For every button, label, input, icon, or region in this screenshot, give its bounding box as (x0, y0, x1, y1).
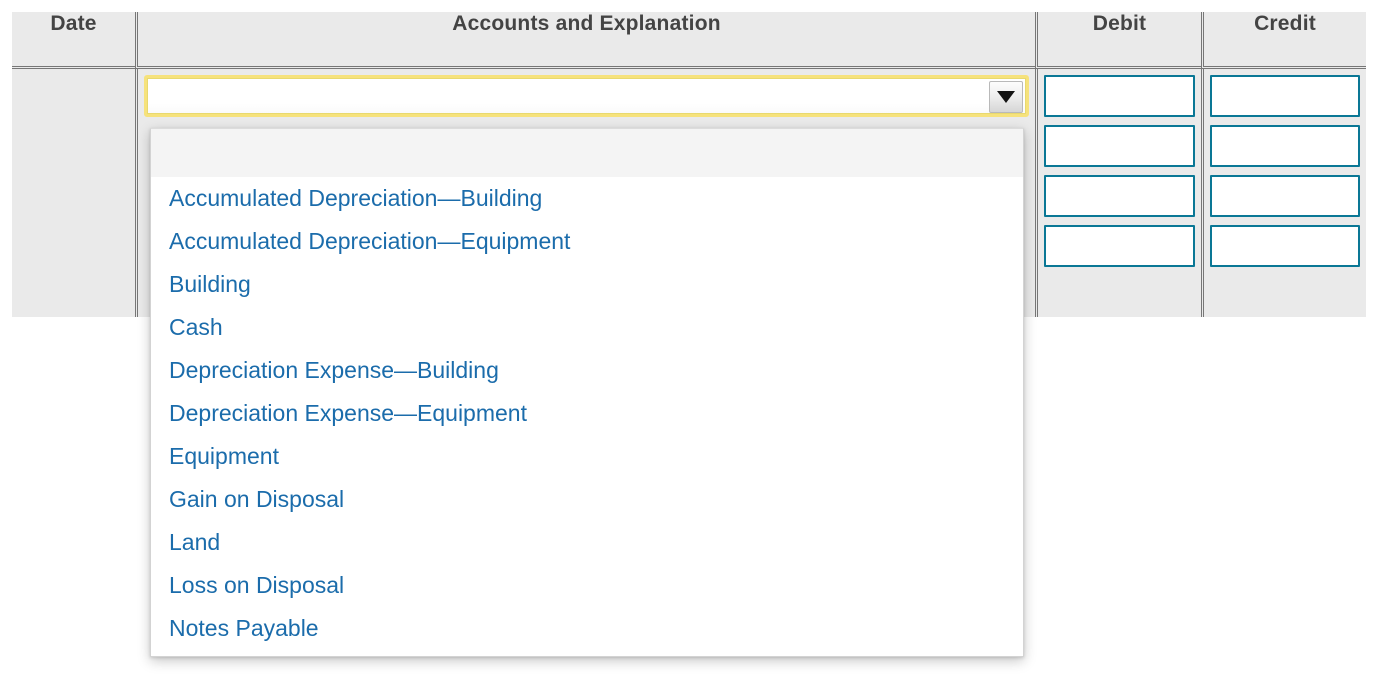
dropdown-option[interactable]: Building (151, 263, 1023, 306)
account-select-shell (144, 75, 1029, 117)
dropdown-option[interactable]: Depreciation Expense—Building (151, 349, 1023, 392)
credit-input-stack (1204, 69, 1366, 267)
credit-input-4[interactable] (1210, 225, 1360, 267)
debit-input-1[interactable] (1044, 75, 1195, 117)
account-select[interactable] (144, 75, 1029, 117)
debit-cell (1035, 69, 1201, 317)
debit-input-2[interactable] (1044, 125, 1195, 167)
dropdown-option-blank[interactable] (151, 129, 1023, 177)
date-cell[interactable] (12, 69, 135, 317)
debit-input-4[interactable] (1044, 225, 1195, 267)
credit-input-2[interactable] (1210, 125, 1360, 167)
chevron-down-icon[interactable] (989, 81, 1023, 113)
dropdown-option[interactable]: Cash (151, 306, 1023, 349)
dropdown-option[interactable]: Accumulated Depreciation—Equipment (151, 220, 1023, 263)
dropdown-option[interactable]: Accumulated Depreciation—Building (151, 177, 1023, 220)
column-header-credit: Credit (1201, 12, 1366, 69)
dropdown-option[interactable]: Equipment (151, 435, 1023, 478)
debit-input-3[interactable] (1044, 175, 1195, 217)
credit-input-3[interactable] (1210, 175, 1360, 217)
dropdown-option[interactable]: Loss on Disposal (151, 564, 1023, 607)
dropdown-option[interactable]: Notes Payable (151, 607, 1023, 650)
column-header-debit: Debit (1035, 12, 1201, 69)
credit-input-1[interactable] (1210, 75, 1360, 117)
credit-cell (1201, 69, 1366, 317)
column-header-date: Date (12, 12, 135, 69)
debit-input-stack (1038, 69, 1201, 267)
column-header-accounts-and-explanation: Accounts and Explanation (135, 12, 1035, 69)
dropdown-option[interactable]: Depreciation Expense—Equipment (151, 392, 1023, 435)
header-row: Date Accounts and Explanation Debit Cred… (12, 12, 1366, 69)
chevron-down-glyph (997, 91, 1015, 103)
dropdown-option[interactable]: Land (151, 521, 1023, 564)
table-header: Date Accounts and Explanation Debit Cred… (12, 12, 1366, 69)
account-select-dropdown-list[interactable]: Accumulated Depreciation—Building Accumul… (150, 128, 1024, 657)
dropdown-option[interactable]: Gain on Disposal (151, 478, 1023, 521)
